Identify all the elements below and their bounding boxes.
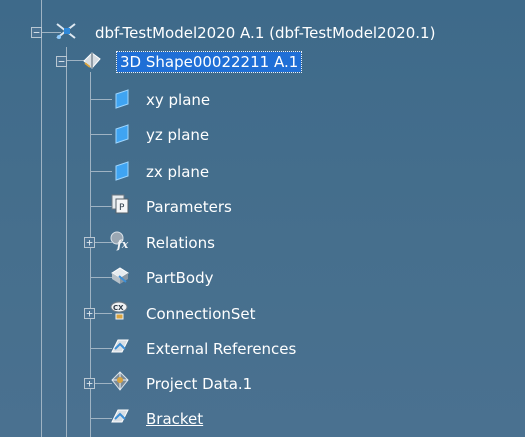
parameters-icon: P <box>111 194 129 214</box>
svg-text:P: P <box>119 203 125 213</box>
part-icon <box>83 52 101 69</box>
tree-node-part[interactable]: − 3D Shape00022211 A.1 <box>0 47 525 77</box>
tree-node-label: Relations <box>146 234 215 252</box>
tree-node-relations[interactable]: + fx Relations <box>0 228 300 258</box>
tree-node-label[interactable]: Bracket <box>146 409 203 429</box>
tree-node-root-label: dbf-TestModel2020 A.1 (dbf-TestModel2020… <box>95 24 436 42</box>
tree-node-zx-plane[interactable]: zx plane <box>0 157 300 187</box>
expand-toggle-project-data[interactable]: + <box>84 378 95 389</box>
svg-text:CX: CX <box>113 304 124 312</box>
tree-node-root[interactable]: − dbf-TestModel2020 A.1 (dbf-TestModel20… <box>0 18 525 48</box>
tree-node-label: External References <box>146 340 297 358</box>
connectionset-icon: CX <box>110 301 128 320</box>
plane-icon <box>115 124 129 144</box>
project-data-icon <box>111 371 129 391</box>
tree-node-label: yz plane <box>146 126 210 144</box>
tree-node-label: Project Data.1 <box>146 375 253 393</box>
relations-icon: fx <box>110 231 129 251</box>
tree-node-project-data[interactable]: + Project Data.1 <box>0 369 300 399</box>
tree-node-connectionset[interactable]: + CX ConnectionSet <box>0 299 300 329</box>
plane-icon <box>115 161 129 181</box>
product-icon <box>56 23 76 39</box>
external-references-icon <box>111 339 129 353</box>
collapse-toggle-root[interactable]: − <box>31 27 42 38</box>
tree-node-label: xy plane <box>146 91 211 109</box>
tree-node-yz-plane[interactable]: yz plane <box>0 120 300 150</box>
tree-node-external-references[interactable]: External References <box>0 334 320 364</box>
expand-toggle-connectionset[interactable]: + <box>84 308 95 319</box>
svg-text:fx: fx <box>116 238 129 251</box>
plane-icon <box>115 89 129 109</box>
tree-node-label: Parameters <box>146 198 232 216</box>
specification-tree: − dbf-TestModel2020 A.1 (dbf-TestModel20… <box>0 0 525 437</box>
tree-node-label: zx plane <box>146 163 210 181</box>
expand-toggle-relations[interactable]: + <box>84 237 95 248</box>
tree-node-part-label[interactable]: 3D Shape00022211 A.1 <box>115 51 303 73</box>
tree-node-xy-plane[interactable]: xy plane <box>0 85 300 115</box>
partbody-icon <box>111 267 129 284</box>
tree-node-partbody[interactable]: PartBody <box>0 263 300 293</box>
bracket-icon <box>111 409 129 423</box>
collapse-toggle-part[interactable]: − <box>56 56 67 67</box>
tree-node-label: PartBody <box>146 269 214 287</box>
tree-node-bracket[interactable]: Bracket <box>0 404 300 434</box>
tree-node-label: ConnectionSet <box>146 305 256 323</box>
tree-node-parameters[interactable]: P Parameters <box>0 192 300 222</box>
